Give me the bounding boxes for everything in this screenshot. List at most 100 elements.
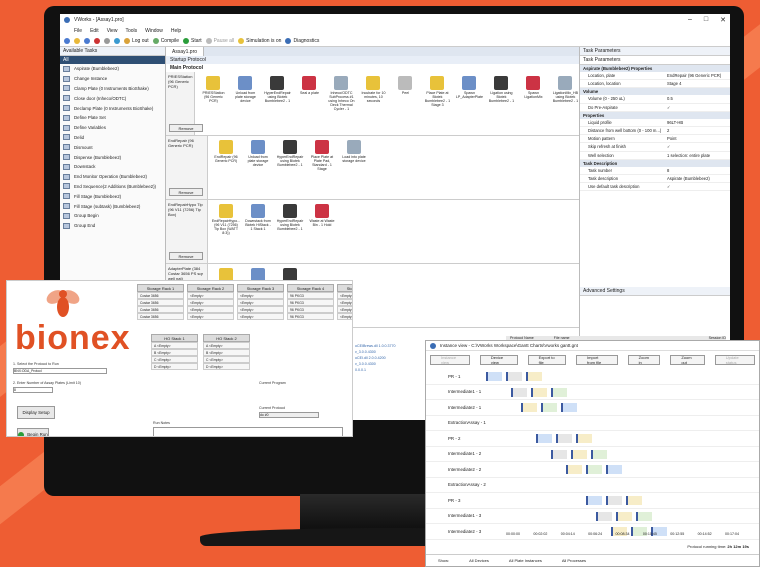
protocol-step[interactable]: Peel [391,76,419,131]
task-item[interactable]: Dismount [60,142,165,152]
protocol-step[interactable]: Unload from plate storage device [231,76,259,131]
diagnostics-button[interactable]: Diagnostics [285,37,319,44]
protocol-step[interactable]: HyperEndRepair using Biotek Bumblebee2 -… [276,204,304,259]
property-category[interactable]: Aspirate (Bumblebee2) Properties [580,65,730,72]
gantt-block[interactable] [506,372,522,381]
cut-icon[interactable] [94,37,100,44]
menu-tools[interactable]: Tools [125,28,137,34]
gantt-block[interactable] [596,511,612,521]
rack-cell[interactable]: <Empty> [237,299,284,306]
gantt-row[interactable]: ExtractionAssay - 2 [426,478,759,493]
new-icon[interactable] [64,37,70,44]
property-category[interactable]: Properties [580,111,730,119]
protocol-step[interactable]: Spawn LP_AdapterPlate [455,76,483,131]
property-row[interactable]: Use default task description ✓ [580,183,730,192]
stack-cell[interactable]: B <Empty> [151,349,198,356]
menu-help[interactable]: Help [171,28,181,34]
protocol-step[interactable]: Ligation using Biotek Bumblebee2 - 1 [487,76,515,131]
gantt-row[interactable]: PR - 3 [426,493,759,509]
advanced-settings[interactable]: Advanced Settings [580,287,730,297]
main-protocol-bar[interactable]: Main Protocol [166,64,579,72]
gantt-block[interactable] [606,465,622,474]
rack-cell[interactable]: <Empty> [337,306,352,313]
gantt-block[interactable] [486,372,502,381]
protocol-step[interactable]: EndRepairHypo... (96 V11 (7256) Tip Box … [212,204,240,259]
rack-cell[interactable]: <Empty> [187,313,234,320]
stack-cell[interactable]: B <Empty> [203,349,250,356]
protocol-step[interactable]: Place Plate at Biotek Bumblebee2 - 1 Sta… [423,76,451,131]
run-notes-field[interactable] [153,427,343,436]
plates-filter[interactable]: All Plate Instances [509,558,542,563]
logout-button[interactable]: Log out [124,37,149,44]
stack-cell[interactable]: D <Empty> [203,363,250,370]
task-item[interactable]: Fill Stage (Bumblebee2) [60,191,165,201]
menu-edit[interactable]: Edit [90,28,99,34]
rack-cell[interactable]: <Empty> [337,313,352,320]
task-item[interactable]: Dispense (Bumblebee2) [60,152,165,162]
assay-plates-input[interactable]: 8 [13,387,53,393]
tab-assay1[interactable]: Assay1.pro [166,47,205,56]
rack-cell[interactable]: <Empty> [187,292,234,299]
lane-label[interactable]: PRIESStation (96 Generic PCR) Remove [166,72,203,135]
protocol-step[interactable]: Seal a plate [295,76,323,131]
gantt-block[interactable] [566,465,582,474]
gantt-block[interactable] [541,403,557,412]
property-row[interactable]: Location, plate EndRepair (96 Generic PCR… [580,72,730,81]
gantt-button[interactable]: Update status [714,355,755,365]
protocol-step[interactable]: HyperEndRepair using Biotek Bumblebee2 -… [263,76,291,131]
begin-run-button[interactable]: Begin Run [17,428,49,436]
rack-cell[interactable]: <Empty> [187,299,234,306]
rack-cell[interactable]: <Empty> [187,306,234,313]
save-icon[interactable] [84,37,90,44]
display-setup-button[interactable]: Display Setup [17,406,55,419]
remove-button[interactable]: Remove [169,252,203,260]
protocol-step[interactable]: PRIESStation (96 Generic PCR) [199,76,227,131]
rack-cell[interactable]: Costar 3656 [137,313,184,320]
rack-cell[interactable]: 96 PKG3 [287,313,334,320]
protocol-step[interactable]: LigationMix_HB using Biotek Bumblebee2 -… [551,76,579,131]
gantt-block[interactable] [626,496,642,505]
task-item[interactable]: Change Instance [60,74,165,84]
property-row[interactable]: Distance from well bottom (0 - 100 m...)… [580,127,730,136]
protocol-step[interactable]: HyperEndRepair using Biotek Bumblebee2 -… [276,140,304,195]
rack-cell[interactable]: <Empty> [237,313,284,320]
gantt-row[interactable]: Intermediate2 - 2 [426,462,759,478]
remove-button[interactable]: Remove [169,188,203,196]
gantt-block[interactable] [511,387,527,397]
task-item[interactable]: Aspirate (Bumblebee2) [60,64,165,74]
processes-filter[interactable]: All Processes [562,558,586,563]
gantt-block[interactable] [616,511,632,521]
protocol-step[interactable]: Place Plate at Plate Pad, Standard - 1 S… [308,140,336,195]
stack-cell[interactable]: A <Empty> [151,342,198,349]
property-row[interactable]: Location, location Stage 4 [580,80,730,89]
help-icon[interactable] [114,37,120,44]
property-row[interactable]: Volume (0 - 250 uL) 0.5 [580,95,730,104]
gantt-block[interactable] [561,403,577,412]
protocol-step[interactable]: Incubate for 10 minutes, 10 seconds [359,76,387,131]
devices-filter[interactable]: All Devices [469,558,489,563]
gantt-block[interactable] [556,434,572,443]
gantt-block[interactable] [531,387,547,397]
gantt-block[interactable] [551,449,567,459]
remove-button[interactable]: Remove [169,124,203,132]
task-item[interactable]: Group End [60,221,165,231]
gantt-button[interactable]: Import from file [576,355,618,365]
property-row[interactable]: Motion pattern Point [580,135,730,144]
maximize-icon[interactable]: □ [704,16,708,24]
protocol-step[interactable]: Downstack from Biotek HiStack - 1 Stack … [244,204,272,259]
gantt-row[interactable]: Intermediate1 - 1 [426,385,759,400]
property-row[interactable]: Skip refresh at finish ✓ [580,143,730,152]
task-item[interactable]: End Sequence(2 Additions (Bumblebee2)) [60,182,165,192]
stack-cell[interactable]: A <Empty> [203,342,250,349]
task-item[interactable]: Close door (Inheco/ODTC) [60,93,165,103]
copy-icon[interactable] [104,37,110,44]
menu-view[interactable]: View [107,28,118,34]
gantt-button[interactable]: Instance view [430,355,470,365]
lane-label[interactable]: EndRepair (96 Generic PCR) Remove [166,136,208,199]
task-group-all[interactable]: All [60,56,165,64]
stack-cell[interactable]: D <Empty> [151,363,198,370]
gantt-block[interactable] [571,449,587,459]
stack-cell[interactable]: C <Empty> [203,356,250,363]
lane-label[interactable]: EndRepairHypo Tip (96 V11 (7256) Tip Box… [166,200,208,263]
protocol-step[interactable]: Unload from plate storage device [244,140,272,195]
